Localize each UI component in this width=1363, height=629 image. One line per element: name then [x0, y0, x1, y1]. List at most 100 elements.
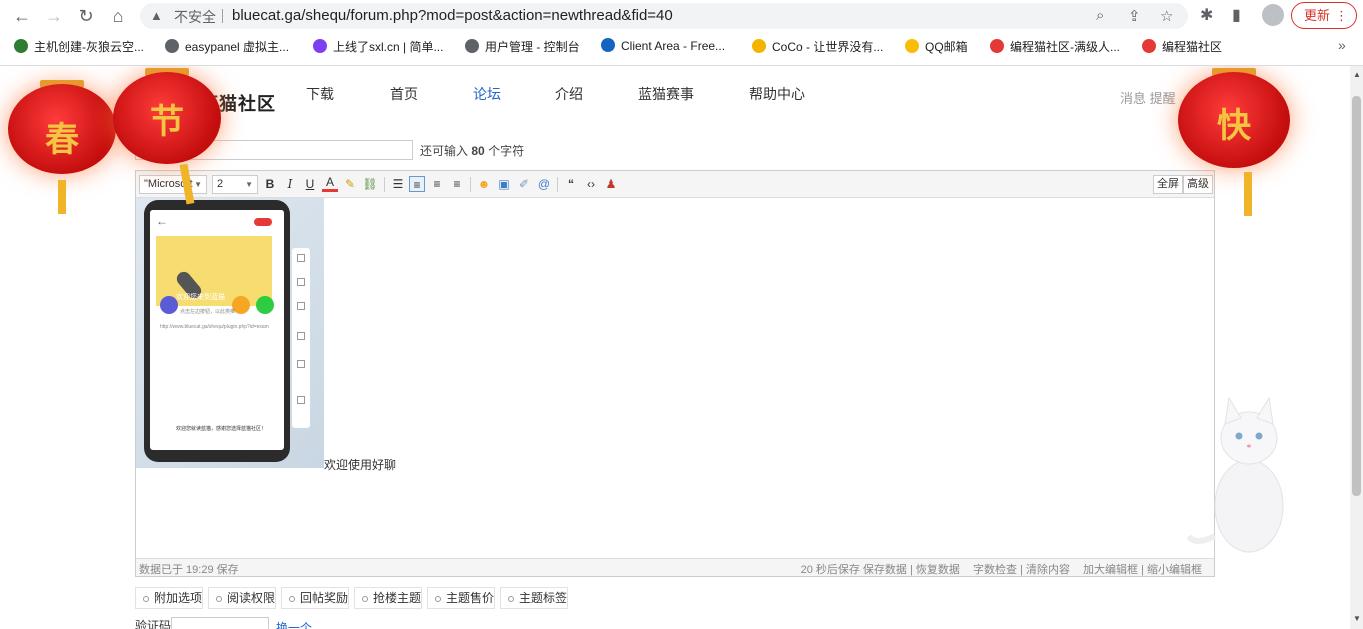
page-scrollbar[interactable]: ▲ ▼: [1350, 66, 1363, 629]
lantern-char: 节: [150, 102, 184, 142]
reload-icon[interactable]: ↻: [74, 4, 98, 28]
scrollbar-thumb[interactable]: [1352, 96, 1361, 496]
profile-avatar[interactable]: [1262, 4, 1284, 26]
link-icon[interactable]: ⛓: [362, 176, 378, 192]
scroll-down-icon[interactable]: ▼: [1353, 614, 1361, 623]
qq-icon[interactable]: ♟: [603, 176, 619, 192]
forward-icon[interactable]: →: [42, 4, 66, 28]
image-icon[interactable]: ▣: [496, 176, 512, 192]
nav-intro[interactable]: 介绍: [555, 84, 583, 104]
bookmark-favicon-icon: [752, 39, 766, 53]
lantern-tassel: [1244, 172, 1252, 216]
side-icon: [297, 254, 305, 262]
bookmark-item[interactable]: 用户管理 - 控制台: [465, 38, 580, 55]
italic-icon[interactable]: I: [282, 176, 298, 192]
captcha-row: 验证码 换一个: [135, 617, 312, 629]
sidepanel-icon[interactable]: ▮: [1232, 5, 1241, 25]
home-icon[interactable]: ⌂: [106, 4, 130, 28]
captcha-refresh-link[interactable]: 换一个: [276, 619, 312, 629]
option-floor-grab[interactable]: 抢楼主题: [354, 587, 423, 609]
menu-dots-icon: ⋮: [1335, 8, 1348, 23]
bookmark-item[interactable]: 上线了sxl.cn | 简单...: [313, 38, 443, 55]
warning-icon: ▲: [150, 8, 163, 23]
nav-download[interactable]: 下载: [306, 84, 334, 104]
resize-actions[interactable]: 加大编辑框 | 缩小编辑框: [1083, 564, 1202, 576]
highlight-icon[interactable]: ✎: [342, 176, 358, 192]
bookmark-item[interactable]: CoCo - 让世界没有...: [752, 38, 883, 55]
font-color-icon[interactable]: A: [322, 176, 338, 192]
bookmark-item[interactable]: 编程猫社区: [1142, 38, 1222, 55]
at-icon[interactable]: @: [536, 176, 552, 192]
phone-screen: ← 欢迎您来到蓝猫 点击左边按钮，以此类推 http://www.bluecat…: [150, 210, 284, 450]
address-bar[interactable]: ▲ 不安全 bluecat.ga/shequ/forum.php?mod=pos…: [140, 3, 1188, 29]
zoom-icon[interactable]: ⌕: [1096, 7, 1104, 24]
code-icon[interactable]: ‹›: [583, 176, 599, 192]
emoji-icon[interactable]: ☻: [476, 176, 492, 192]
update-button[interactable]: 更新 ⋮: [1291, 2, 1357, 29]
font-size-select[interactable]: 2 ▼: [212, 175, 258, 194]
check-actions[interactable]: 字数检查 | 清除内容: [973, 564, 1070, 576]
fullscreen-button[interactable]: 全屏: [1153, 175, 1183, 194]
bookmarks-more-icon[interactable]: »: [1338, 37, 1346, 53]
editor-toolbar: "Microsoft ▼ 2 ▼ B I U A ✎ ⛓ ☰ ≡ ≡ ≡ ☻ ▣ ✐…: [136, 171, 1214, 198]
bookmark-item[interactable]: 主机创建-灰狼云空...: [14, 38, 144, 55]
embedded-phone-image[interactable]: ← 欢迎您来到蓝猫 点击左边按钮，以此类推 http://www.bluecat…: [136, 198, 324, 468]
bookmark-item[interactable]: QQ邮箱: [905, 38, 968, 55]
bookmark-favicon-icon: [990, 39, 1004, 53]
back-icon[interactable]: ←: [10, 4, 34, 28]
font-family-select[interactable]: "Microsoft ▼: [139, 175, 207, 194]
bold-icon[interactable]: B: [262, 176, 278, 192]
share-icon[interactable]: ⇪: [1128, 7, 1141, 25]
underline-icon[interactable]: U: [302, 176, 318, 192]
extensions-icon[interactable]: ✱: [1200, 5, 1213, 25]
scroll-up-icon[interactable]: ▲: [1353, 70, 1361, 79]
quote-icon[interactable]: “: [563, 176, 579, 192]
bookmark-favicon-icon: [165, 39, 179, 53]
toolbar-divider: [557, 177, 558, 192]
option-tags[interactable]: 主题标签: [500, 587, 569, 609]
side-icon: [297, 302, 305, 310]
bookmark-item[interactable]: easypanel 虚拟主...: [165, 38, 289, 55]
autosave-actions[interactable]: 20 秒后保存 保存数据 | 恢复数据: [801, 564, 960, 576]
nav-help[interactable]: 帮助中心: [749, 84, 805, 104]
browser-toolbar: ← → ↻ ⌂ ▲ 不安全 bluecat.ga/shequ/forum.php…: [0, 0, 1363, 32]
advanced-button[interactable]: 高级: [1183, 175, 1213, 194]
chevron-down-icon: ▼: [245, 180, 253, 189]
share-circle-icon: [256, 296, 274, 314]
user-links[interactable]: 消息 提醒: [1120, 88, 1176, 107]
phone-banner: 欢迎您来到蓝猫: [156, 236, 272, 306]
bookmark-item[interactable]: Client Area - Free...: [601, 38, 725, 53]
autosave-status: 数据已于 19:29 保存: [139, 564, 239, 576]
editor-body[interactable]: ← 欢迎您来到蓝猫 点击左边按钮，以此类推 http://www.bluecat…: [136, 198, 1214, 558]
attachment-icon[interactable]: ✐: [516, 176, 532, 192]
lantern-decoration: 节: [113, 68, 221, 205]
bookmark-item[interactable]: 编程猫社区-满级人...: [990, 38, 1120, 55]
subject-hint: 还可输入 80 个字符: [420, 144, 525, 158]
option-reply-reward[interactable]: 回帖奖励: [281, 587, 350, 609]
star-icon[interactable]: ☆: [1160, 7, 1173, 25]
nav-events[interactable]: 蓝猫赛事: [638, 84, 694, 104]
nav-forum[interactable]: 论坛: [473, 84, 501, 104]
status-actions: 20 秒后保存 保存数据 | 恢复数据 字数检查 | 清除内容 加大编辑框 | …: [801, 561, 1202, 577]
option-extra[interactable]: 附加选项: [135, 587, 204, 609]
option-price[interactable]: 主题售价: [427, 587, 496, 609]
phone-url-line: http://www.bluecat.ga/shequ/plugin.php?i…: [160, 324, 269, 330]
align-center-icon[interactable]: ≡: [429, 176, 445, 192]
align-right-icon[interactable]: ≡: [449, 176, 465, 192]
float-left-icon[interactable]: ☰: [390, 176, 406, 192]
browser-chrome: ← → ↻ ⌂ ▲ 不安全 bluecat.ga/shequ/forum.php…: [0, 0, 1363, 66]
lantern-char: 春: [45, 120, 79, 160]
back-arrow-icon: ←: [156, 214, 168, 228]
bookmark-favicon-icon: [14, 39, 28, 53]
url-text[interactable]: bluecat.ga/shequ/forum.php?mod=post&acti…: [232, 7, 673, 24]
remaining-chars: 80: [471, 144, 485, 158]
bookmarks-bar: 主机创建-灰狼云空... easypanel 虚拟主... 上线了sxl.cn …: [0, 35, 1363, 59]
bookmark-favicon-icon: [601, 38, 615, 52]
nav-home[interactable]: 首页: [390, 84, 418, 104]
align-left-icon[interactable]: ≡: [409, 176, 425, 192]
side-icon: [297, 278, 305, 286]
toolbar-divider: [470, 177, 471, 192]
captcha-input[interactable]: [171, 617, 269, 629]
editor-welcome-text: 欢迎使用好聊: [324, 458, 397, 472]
option-read-permission[interactable]: 阅读权限: [208, 587, 277, 609]
